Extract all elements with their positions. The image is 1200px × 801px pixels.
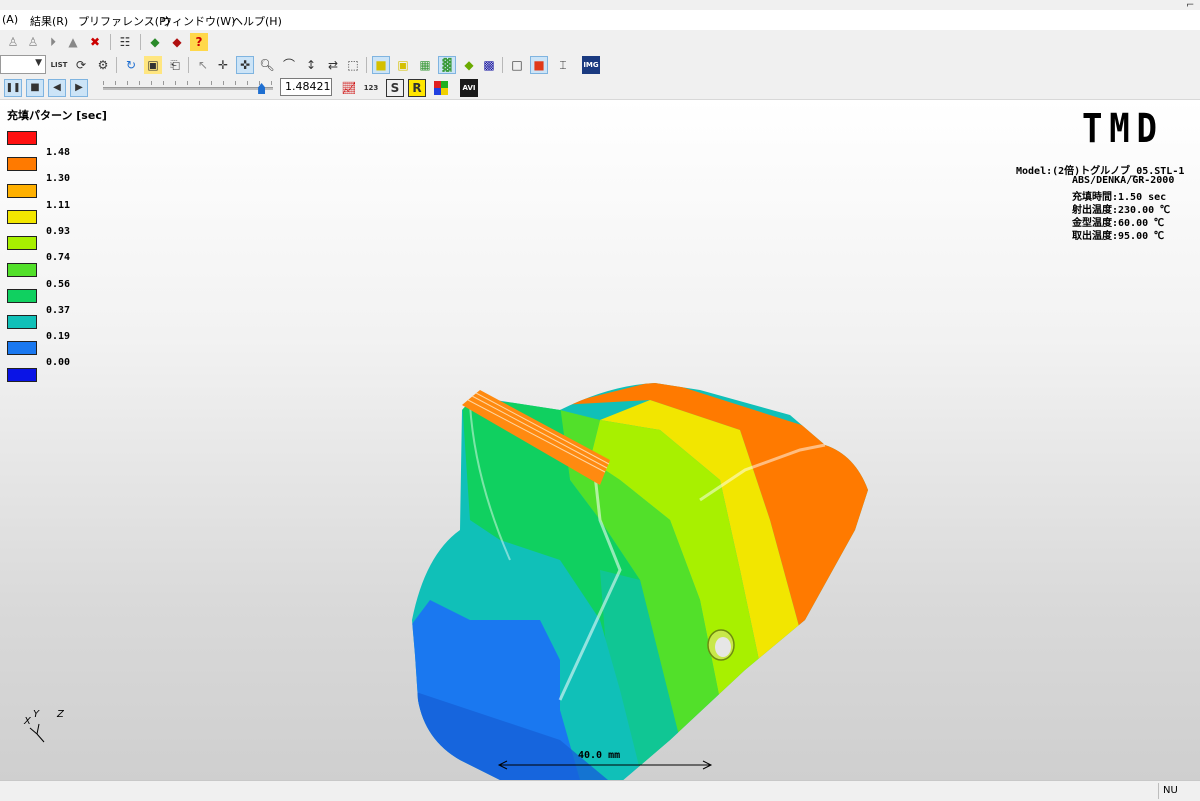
toolbar-row-1: ♙ ♙ ⏵ ▲ ✖ ☷ ◆ ◆ ? (0, 30, 1200, 55)
pan-icon[interactable]: ✛ (214, 56, 232, 74)
image-export-icon[interactable]: IMG (582, 56, 600, 74)
refresh-view-icon[interactable]: ⟳ (72, 56, 90, 74)
part-model-render[interactable] (0, 100, 1200, 780)
time-value-field[interactable]: 1.48421 (280, 78, 332, 96)
rotate-arc-icon[interactable]: ⌒ (280, 56, 298, 74)
status-indicator: NU (1158, 783, 1198, 799)
graph-icon[interactable]: 📈︎ (340, 79, 358, 97)
menu-item-a[interactable]: (A) (2, 13, 18, 26)
pause-button[interactable]: ❚❚ (4, 79, 22, 97)
play-button[interactable]: ▶ (70, 79, 88, 97)
zoom-window-icon[interactable]: ⬚ (344, 56, 362, 74)
layer-stack-icon[interactable]: ◆ (168, 33, 186, 51)
list-icon[interactable]: LIST (50, 56, 68, 74)
view-section-icon[interactable]: ▩ (480, 56, 498, 74)
menu-item-window[interactable]: ウィンドウ(W) (161, 13, 235, 29)
view-shaded-icon[interactable]: ■ (372, 56, 390, 74)
measure-icon[interactable]: ⌶ (554, 56, 572, 74)
export-icon[interactable]: ⎗ (166, 56, 184, 74)
playback-toolbar: ❚❚ ■ ◀ ▶ 1.48421 📈︎ 123 S R AVI (0, 77, 1200, 100)
fit-view-icon[interactable]: ▣ (144, 56, 162, 74)
axis-x-label: X (24, 716, 31, 727)
axis-y-label: Y (33, 709, 40, 720)
analysis-disabled-icon[interactable]: ♙ (24, 33, 42, 51)
select-cursor-icon[interactable]: ↖ (194, 56, 212, 74)
step-back-button[interactable]: ◀ (48, 79, 66, 97)
window-control-icon[interactable]: ⌐ (1186, 0, 1194, 11)
rotate-icon[interactable]: ↻ (122, 56, 140, 74)
move-icon[interactable]: ✜ (236, 56, 254, 74)
avi-export-icon[interactable]: AVI (460, 79, 478, 97)
zoom-icon[interactable]: 🔍︎ (258, 56, 276, 74)
delete-analysis-icon[interactable]: ✖ (86, 33, 104, 51)
runner-disabled-icon[interactable]: ⏵ (44, 33, 62, 51)
numeric-icon[interactable]: 123 (362, 79, 380, 97)
menu-item-help[interactable]: ヘルプ(H) (232, 13, 282, 29)
view-solid-icon[interactable]: ◆ (460, 56, 478, 74)
menu-bar: (A) 結果(R) プリファレンス(P) ウィンドウ(W) ヘルプ(H) (0, 10, 1200, 30)
axis-z-label: Z (57, 709, 64, 720)
status-bar: NU (0, 780, 1200, 801)
help-query-icon[interactable]: ? (190, 33, 208, 51)
view-wire-icon[interactable]: ▦ (416, 56, 434, 74)
table-view-icon[interactable]: ☷ (116, 33, 134, 51)
outline-icon[interactable]: □ (508, 56, 526, 74)
time-slider[interactable] (103, 87, 273, 90)
toolbar-row-2: ▼ LIST ⟳ ⚙ ↻ ▣ ⎗ ↖ ✛ ✜ 🔍︎ ⌒ ↕ ⇄ ⬚ ■ ▣ ▦ … (0, 53, 1200, 78)
rotate-axis-icon[interactable]: ↕ (302, 56, 320, 74)
settings-icon[interactable]: ⚙ (94, 56, 112, 74)
view-box-icon[interactable]: ▣ (394, 56, 412, 74)
result-select[interactable]: ▼ (0, 55, 46, 74)
color-cube-icon[interactable]: ■ (530, 56, 548, 74)
scale-bar-label: 40.0 mm (578, 750, 621, 761)
time-slider-ticks (103, 81, 273, 85)
gate-disabled-icon[interactable]: ▲ (64, 33, 82, 51)
s-icon[interactable]: S (386, 79, 404, 97)
flip-icon[interactable]: ⇄ (324, 56, 342, 74)
stop-button[interactable]: ■ (26, 79, 44, 97)
view-mesh-icon[interactable]: ▓ (438, 56, 456, 74)
r-icon[interactable]: R (408, 79, 426, 97)
menu-item-results[interactable]: 結果(R) (30, 13, 68, 29)
menu-item-preferences[interactable]: プリファレンス(P) (78, 13, 170, 29)
3d-viewport[interactable]: 充填パターン [sec] 1.48 1.30 1.11 0.93 0.74 0.56 0.3… (0, 100, 1200, 780)
layer-icon[interactable]: ◆ (146, 33, 164, 51)
analysis-disabled-icon[interactable]: ♙ (4, 33, 22, 51)
color-grid-icon[interactable] (432, 79, 450, 97)
